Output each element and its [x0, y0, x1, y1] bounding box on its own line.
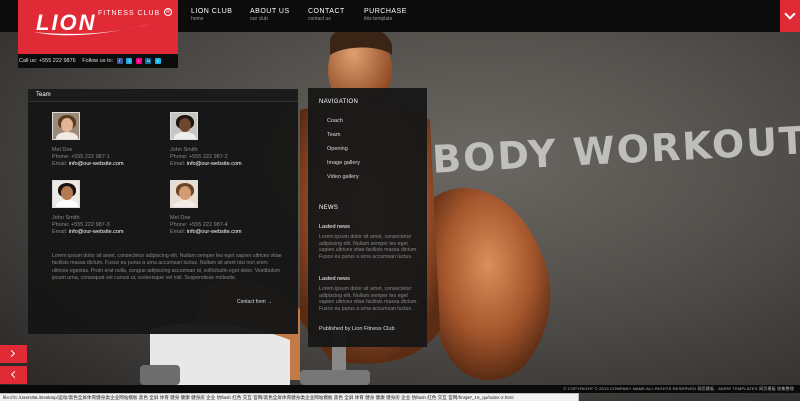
member-phone: Phone: +555 222 987-3: [52, 222, 110, 228]
nav-subtitle: home: [191, 16, 204, 22]
nav-item-about-us[interactable]: ABOUT US our club: [250, 8, 290, 22]
member-name: Mel Doe: [52, 147, 73, 153]
sidebar-nav-list: Coach Team Opening Image gallery Video g…: [327, 118, 360, 187]
member-name: John Smith: [170, 147, 198, 153]
prev-slide-button[interactable]: [0, 366, 27, 384]
team-member: John Smith Phone: +555 222 987-3 Email: …: [52, 180, 162, 235]
team-panel: Team Mel Doe Phone: +555 222 987-1 Email…: [28, 89, 298, 334]
news-title[interactable]: Lasted news: [319, 224, 419, 230]
registered-mark: R: [164, 8, 172, 16]
email-label: Email:: [52, 161, 68, 167]
member-email-link[interactable]: info@our-website.com: [187, 229, 242, 235]
news-item: Lasted news Lorem ipsum dolor sit amet, …: [319, 276, 419, 312]
copyright-text: © COPYRIGHT © 2013 COMPANY NAME ALL RIGH…: [563, 386, 794, 391]
email-label: Email:: [52, 229, 68, 235]
sidebar-item-opening[interactable]: Opening: [327, 146, 360, 152]
chevron-right-icon: [7, 349, 16, 358]
call-us-text: Call us: +555 222 9876: [19, 58, 76, 64]
team-heading: Team: [28, 89, 298, 102]
avatar: [170, 180, 198, 208]
member-email-link[interactable]: info@our-website.com: [69, 161, 124, 167]
news-heading: NEWS: [319, 205, 339, 211]
contact-form-link[interactable]: Contact form →: [237, 299, 272, 305]
sidebar-panel: NAVIGATION Coach Team Opening Image gall…: [308, 88, 427, 347]
nav-title: PURCHASE: [364, 8, 407, 15]
member-phone: Phone: +555 222 987-1: [52, 154, 110, 160]
chevron-left-icon: [10, 370, 19, 379]
nav-subtitle: this template: [364, 16, 393, 22]
member-email-link[interactable]: info@our-website.com: [69, 229, 124, 235]
published-by: Published by Lion Fitness Club: [319, 326, 395, 332]
contact-bar: Call us: +555 222 9876 Follow us to: f t…: [18, 54, 178, 68]
logo-subtitle: FITNESS CLUB: [98, 10, 161, 17]
news-body: Lorem ipsum dolor sit amet, consectetur …: [319, 234, 418, 260]
nav-title: ABOUT US: [250, 8, 290, 15]
nav-title: CONTACT: [308, 8, 345, 15]
team-description: Lorem ipsum dolor sit amet, consectetur …: [52, 253, 282, 282]
sidebar-item-image-gallery[interactable]: Image gallery: [327, 160, 360, 166]
email-label: Email:: [170, 229, 186, 235]
nav-item-contact[interactable]: CONTACT contact us: [308, 8, 345, 22]
facebook-icon[interactable]: f: [116, 58, 123, 64]
sidebar-item-video-gallery[interactable]: Video gallery: [327, 174, 360, 180]
browser-status-url: file:///C:/Users/BL/Desktop/运动/黑色全屏体育健身类…: [0, 393, 579, 401]
email-label: Email:: [170, 161, 186, 167]
news-item: Lasted news Lorem ipsum dolor sit amet, …: [319, 224, 419, 260]
flickr-icon[interactable]: •: [135, 58, 142, 64]
team-member: John Smith Phone: +555 222 987-2 Email: …: [170, 112, 280, 167]
nav-title: LION CLUB: [191, 8, 233, 15]
team-member: Mel Doe Phone: +555 222 987-4 Email: inf…: [170, 180, 280, 235]
nav-subtitle: contact us: [308, 16, 331, 22]
member-email-link[interactable]: info@our-website.com: [187, 161, 242, 167]
member-name: John Smith: [52, 215, 80, 221]
logo-swoosh-icon: [34, 24, 150, 36]
sidebar-item-team[interactable]: Team: [327, 132, 360, 138]
news-body: Lorem ipsum dolor sit amet, consectetur …: [319, 286, 418, 312]
member-phone: Phone: +555 222 987-4: [170, 222, 228, 228]
member-phone: Phone: +555 222 987-2: [170, 154, 228, 160]
sidebar-item-coach[interactable]: Coach: [327, 118, 360, 124]
team-member: Mel Doe Phone: +555 222 987-1 Email: inf…: [52, 112, 162, 167]
twitter-icon[interactable]: t: [126, 58, 133, 64]
vimeo-icon[interactable]: v: [154, 58, 161, 64]
chevron-down-icon: [784, 8, 796, 20]
nav-subtitle: our club: [250, 16, 268, 22]
top-right-toggle[interactable]: [780, 0, 800, 32]
avatar: [170, 112, 198, 140]
navigation-heading: NAVIGATION: [319, 99, 359, 105]
nav-item-purchase[interactable]: PURCHASE this template: [364, 8, 407, 22]
next-slide-button[interactable]: [0, 345, 27, 363]
linkedin-icon[interactable]: in: [145, 58, 152, 64]
logo[interactable]: LION FITNESS CLUB R: [18, 0, 178, 54]
nav-item-lion-club[interactable]: LION CLUB home: [191, 8, 232, 22]
member-name: Mel Doe: [170, 215, 191, 221]
avatar: [52, 112, 80, 140]
news-title[interactable]: Lasted news: [319, 276, 419, 282]
avatar: [52, 180, 80, 208]
follow-us-text: Follow us to:: [82, 58, 114, 64]
